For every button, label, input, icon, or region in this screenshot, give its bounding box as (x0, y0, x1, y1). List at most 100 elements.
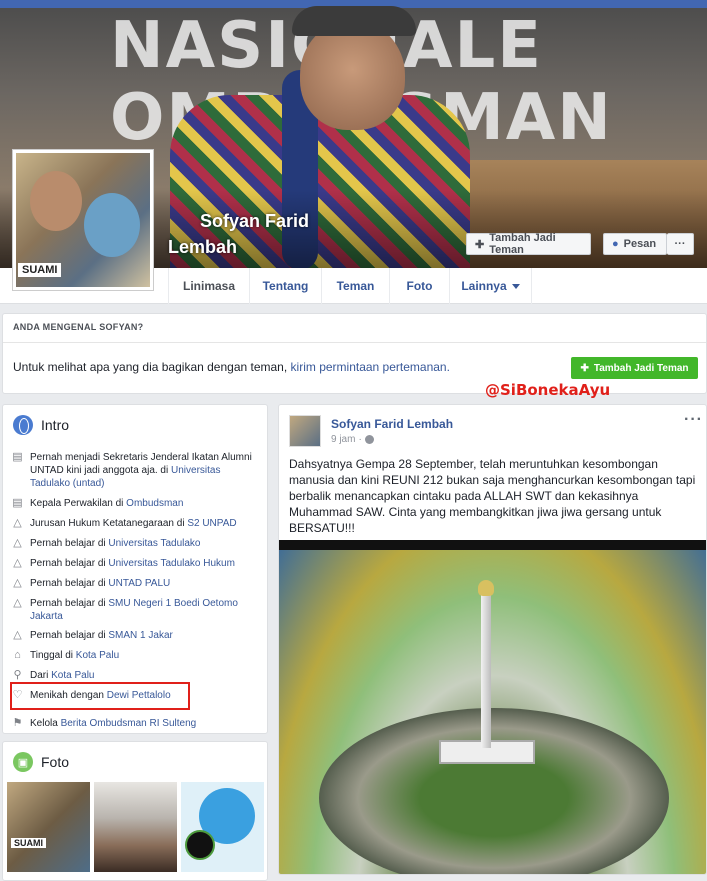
intro-item-manages: ⚑ Kelola Berita Ombudsman RI Sulteng (11, 717, 261, 730)
intro-item-link[interactable]: SMAN 1 Jakar (108, 630, 172, 641)
intro-item-text: Tinggal di (30, 650, 76, 661)
caret-down-icon (511, 283, 520, 289)
intro-item-link[interactable]: Berita Ombudsman RI Sulteng (61, 718, 197, 729)
intro-title-text: Intro (41, 417, 70, 433)
cover-person-head (300, 20, 405, 130)
more-options-button[interactable]: ··· (667, 233, 694, 255)
intro-item-text: Pernah belajar di (30, 538, 109, 549)
cover-hat (292, 6, 416, 36)
messenger-icon: ● (612, 238, 619, 250)
highlight-box (10, 682, 190, 710)
add-friend-green-label: Tambah Jadi Teman (593, 362, 689, 374)
home-icon: ⌂ (14, 649, 21, 661)
intro-item-text: Pernah belajar di (30, 578, 109, 589)
intro-item-text: Pernah belajar di (30, 630, 109, 641)
tab-foto[interactable]: Foto (390, 268, 450, 304)
intro-item-work-1: ▤ Pernah menjadi Sekretaris Jenderal Ika… (11, 451, 261, 490)
post-card: Sofyan Farid Lembah 9 jam · ··· Dahsyatn… (278, 404, 707, 875)
know-heading: ANDA MENGENAL SOFYAN? (13, 322, 144, 332)
intro-item-edu-1: △ Jurusan Hukum Ketatanegaraan di S2 UNP… (11, 517, 261, 530)
tab-lainnya-label: Lainnya (461, 279, 507, 293)
intro-item-link[interactable]: UNTAD PALU (108, 578, 170, 589)
intro-item-text: Pernah belajar di (30, 598, 109, 609)
add-friend-icon: ✚ (475, 238, 485, 251)
photos-card: ▣ Foto SUAMI (2, 741, 268, 881)
photo-thumb-1[interactable]: SUAMI (7, 782, 90, 872)
divider (3, 342, 706, 343)
intro-item-edu-5: △ Pernah belajar di SMU Negeri 1 Boedi O… (11, 597, 261, 623)
monument-tower (481, 588, 491, 748)
tab-lainnya[interactable]: Lainnya (450, 268, 532, 304)
thumb-sign: SUAMI (11, 838, 46, 848)
intro-item-edu-4: △ Pernah belajar di UNTAD PALU (11, 577, 261, 590)
graduation-cap-icon: △ (13, 577, 22, 589)
intro-item-from: ⚲ Dari Kota Palu (11, 669, 261, 682)
intro-item-edu-3: △ Pernah belajar di Universitas Tadulako… (11, 557, 261, 570)
post-time[interactable]: 9 jam (331, 434, 355, 445)
intro-item-link[interactable]: Kota Palu (76, 650, 119, 661)
briefcase-icon: ▤ (12, 451, 23, 463)
add-friend-button[interactable]: ✚ Tambah Jadi Teman (466, 232, 591, 256)
profile-person-1 (30, 171, 82, 231)
profile-name-line1: Sofyan Farid (200, 211, 310, 231)
tab-linimasa[interactable]: Linimasa (168, 268, 250, 304)
tab-teman[interactable]: Teman (322, 268, 390, 304)
intro-item-link[interactable]: Ombudsman (126, 498, 183, 509)
graduation-cap-icon: △ (13, 597, 22, 609)
know-text-prefix: Untuk melihat apa yang dia bagikan denga… (13, 360, 291, 374)
intro-item-link[interactable]: Universitas Tadulako (108, 538, 200, 549)
message-button[interactable]: ● Pesan (603, 233, 667, 255)
intro-item-text: Jurusan Hukum Ketatanegaraan di (30, 518, 188, 529)
photo-thumb-3[interactable] (181, 782, 264, 872)
graduation-cap-icon: △ (13, 629, 22, 641)
add-friend-green-button[interactable]: ✚ Tambah Jadi Teman (571, 357, 698, 379)
message-label: Pesan (623, 238, 657, 250)
intro-item-link[interactable]: S2 UNPAD (187, 518, 236, 529)
intro-item-link[interactable]: Universitas Tadulako Hukum (108, 558, 235, 569)
intro-item-text: Dari (30, 670, 52, 681)
post-author[interactable]: Sofyan Farid Lembah (331, 417, 453, 431)
send-friend-request-link[interactable]: kirim permintaan pertemanan. (291, 360, 450, 374)
add-friend-icon: ✚ (580, 362, 589, 374)
post-text: Dahsyatnya Gempa 28 September, telah mer… (289, 457, 696, 535)
post-image-top (279, 540, 706, 550)
photo-thumb-2[interactable] (94, 782, 177, 872)
globe-icon (13, 415, 33, 435)
location-pin-icon: ⚲ (13, 669, 22, 681)
photos-title: ▣ Foto (13, 752, 69, 772)
intro-item-text: Kelola (30, 718, 61, 729)
graduation-cap-icon: △ (13, 517, 22, 529)
tab-tentang[interactable]: Tentang (250, 268, 322, 304)
intro-item-edu-2: △ Pernah belajar di Universitas Tadulako (11, 537, 261, 550)
profile-sign: SUAMI (18, 263, 62, 277)
graduation-cap-icon: △ (13, 557, 22, 569)
photo-icon: ▣ (13, 752, 33, 772)
add-friend-label: Tambah Jadi Teman (489, 232, 556, 256)
intro-item-work-2: ▤ Kepala Perwakilan di Ombudsman (11, 497, 261, 510)
intro-item-text: Kepala Perwakilan di (30, 498, 127, 509)
profile-picture[interactable]: SUAMI (12, 149, 154, 291)
post-image[interactable] (279, 540, 706, 874)
monument-flame (478, 580, 494, 596)
post-meta: 9 jam · (331, 434, 374, 445)
more-dots-icon: ··· (674, 238, 686, 250)
crowd-ring (319, 708, 669, 874)
intro-title: Intro (13, 415, 69, 435)
know-text: Untuk melihat apa yang dia bagikan denga… (13, 360, 450, 374)
post-menu-button[interactable]: ··· (684, 411, 703, 429)
profile-name-line2: Lembah (168, 237, 238, 257)
public-globe-icon (364, 435, 374, 444)
avatar[interactable] (289, 415, 321, 447)
intro-item-edu-6: △ Pernah belajar di SMAN 1 Jakar (11, 629, 261, 642)
photos-title-text: Foto (41, 754, 70, 770)
flag-icon: ⚑ (12, 717, 23, 729)
briefcase-icon: ▤ (12, 497, 23, 509)
intro-item-text: Pernah belajar di (30, 558, 109, 569)
intro-item-link[interactable]: Kota Palu (51, 670, 94, 681)
profile-name[interactable]: Sofyan Farid Lembah (168, 208, 343, 260)
profile-photo: SUAMI (16, 153, 150, 287)
post-separator: · (358, 434, 362, 445)
palestine-badge (185, 830, 215, 860)
profile-person-2 (84, 193, 140, 257)
intro-item-lives: ⌂ Tinggal di Kota Palu (11, 649, 261, 662)
